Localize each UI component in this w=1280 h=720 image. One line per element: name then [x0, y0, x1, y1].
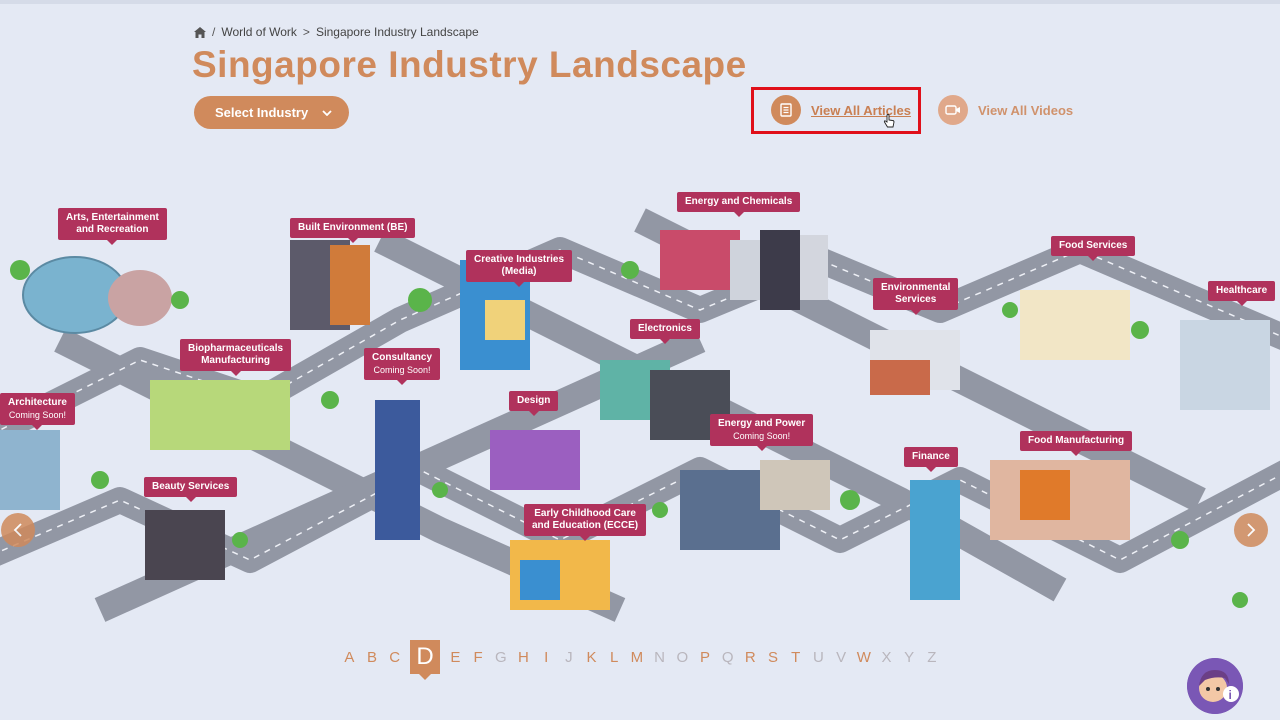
letter-g[interactable]: G: [489, 642, 512, 672]
label-text: Environmental: [881, 282, 951, 293]
label-text: Creative Industries: [474, 254, 565, 265]
label-architecture[interactable]: Architecture Coming Soon!: [0, 393, 75, 430]
letter-a[interactable]: A: [338, 642, 361, 672]
coming-soon-text: Coming Soon!: [8, 410, 66, 420]
breadcrumb-world-of-work[interactable]: World of Work: [221, 25, 297, 39]
letter-i[interactable]: I: [535, 642, 558, 672]
label-consultancy[interactable]: Consultancy Coming Soon!: [364, 348, 441, 385]
label-biopharmaceuticals[interactable]: Biopharmaceuticals Manufacturing: [180, 339, 292, 376]
label-electronics[interactable]: Electronics: [630, 319, 700, 344]
letter-p[interactable]: P: [694, 642, 717, 672]
label-arts-entertainment[interactable]: Arts, Entertainment and Recreation: [58, 208, 167, 245]
label-text: Energy and Chemicals: [685, 196, 793, 207]
letter-s[interactable]: S: [762, 642, 785, 672]
label-built-environment[interactable]: Built Environment (BE): [290, 218, 416, 243]
label-text: Energy and Power: [718, 418, 806, 429]
letter-j[interactable]: J: [558, 642, 581, 672]
city-map-illustration: [0, 208, 1280, 622]
label-text: Food Services: [1059, 240, 1128, 251]
alphabet-filter: ABCDEFGHIJKLMNOPQRSTUVWXYZ: [338, 640, 944, 680]
next-arrow-button[interactable]: [1234, 513, 1268, 547]
label-text: Beauty Services: [152, 481, 230, 492]
label-food-services[interactable]: Food Services: [1051, 236, 1136, 261]
label-text: Early Childhood Care: [534, 508, 636, 519]
letter-l[interactable]: L: [603, 642, 626, 672]
chevron-left-icon: [13, 523, 22, 537]
svg-text:i: i: [1229, 688, 1232, 702]
letter-x[interactable]: X: [875, 642, 898, 672]
label-text: Built Environment (BE): [298, 222, 408, 233]
label-finance[interactable]: Finance: [904, 447, 958, 472]
breadcrumb: / World of Work > Singapore Industry Lan…: [194, 25, 479, 39]
home-icon[interactable]: [194, 26, 206, 38]
letter-f[interactable]: F: [467, 642, 490, 672]
label-creative-industries[interactable]: Creative Industries (Media): [466, 250, 573, 287]
select-industry-dropdown[interactable]: Select Industry: [194, 96, 349, 129]
view-all-videos-link[interactable]: View All Videos: [938, 95, 1073, 125]
industry-map: [0, 140, 1280, 640]
letter-n[interactable]: N: [648, 642, 671, 672]
label-text: Architecture: [8, 397, 67, 408]
letter-t[interactable]: T: [784, 642, 807, 672]
previous-arrow-button[interactable]: [1, 513, 35, 547]
letter-c[interactable]: C: [383, 642, 406, 672]
label-text: Consultancy: [372, 352, 433, 363]
label-environmental-services[interactable]: Environmental Services: [873, 278, 959, 315]
label-text: Healthcare: [1216, 285, 1268, 296]
page-title: Singapore Industry Landscape: [192, 44, 747, 85]
letter-u[interactable]: U: [807, 642, 830, 672]
letter-h[interactable]: H: [512, 642, 535, 672]
label-energy-chemicals[interactable]: Energy and Chemicals: [677, 192, 801, 217]
select-industry-label: Select Industry: [215, 105, 309, 120]
letter-y[interactable]: Y: [898, 642, 921, 672]
article-icon: [771, 95, 801, 125]
hand-cursor-icon: [883, 114, 895, 128]
label-text: Biopharmaceuticals: [188, 343, 284, 354]
chevron-right-icon: [1247, 523, 1256, 537]
assistant-avatar[interactable]: i: [1187, 658, 1243, 714]
letter-r[interactable]: R: [739, 642, 762, 672]
view-all-articles-label: View All Articles: [811, 102, 911, 118]
label-text: Services: [895, 294, 937, 305]
label-text: and Recreation: [76, 224, 149, 235]
breadcrumb-current: Singapore Industry Landscape: [315, 25, 479, 39]
letter-o[interactable]: O: [671, 642, 694, 672]
letter-m[interactable]: M: [626, 642, 649, 672]
letter-d[interactable]: D: [410, 640, 441, 680]
breadcrumb-separator: >: [302, 25, 310, 39]
label-text: Design: [517, 395, 551, 406]
chevron-down-icon: [322, 109, 332, 116]
avatar-icon: i: [1187, 658, 1243, 714]
letter-z[interactable]: Z: [921, 642, 944, 672]
letter-k[interactable]: K: [580, 642, 603, 672]
letter-v[interactable]: V: [830, 642, 853, 672]
label-text: (Media): [501, 266, 537, 277]
label-beauty-services[interactable]: Beauty Services: [144, 477, 238, 502]
letter-e[interactable]: E: [444, 642, 467, 672]
label-text: and Education (ECCE): [532, 520, 639, 531]
label-design[interactable]: Design: [509, 391, 559, 416]
letter-w[interactable]: W: [852, 642, 875, 672]
label-food-manufacturing[interactable]: Food Manufacturing: [1020, 431, 1133, 456]
letter-q[interactable]: Q: [716, 642, 739, 672]
coming-soon-text: Coming Soon!: [733, 431, 791, 441]
view-all-videos-label: View All Videos: [978, 102, 1074, 118]
label-text: Electronics: [638, 323, 692, 334]
breadcrumb-separator: /: [212, 25, 216, 39]
coming-soon-text: Coming Soon!: [373, 365, 431, 375]
label-text: Food Manufacturing: [1028, 435, 1125, 446]
label-healthcare[interactable]: Healthcare: [1208, 281, 1276, 306]
label-ecce[interactable]: Early Childhood Care and Education (ECCE): [524, 504, 647, 541]
label-text: Manufacturing: [201, 355, 270, 366]
label-text: Arts, Entertainment: [66, 212, 159, 223]
video-icon: [938, 95, 968, 125]
label-energy-power[interactable]: Energy and Power Coming Soon!: [710, 414, 814, 451]
top-border: [0, 0, 1280, 4]
label-text: Finance: [912, 451, 950, 462]
letter-b[interactable]: B: [361, 642, 384, 672]
